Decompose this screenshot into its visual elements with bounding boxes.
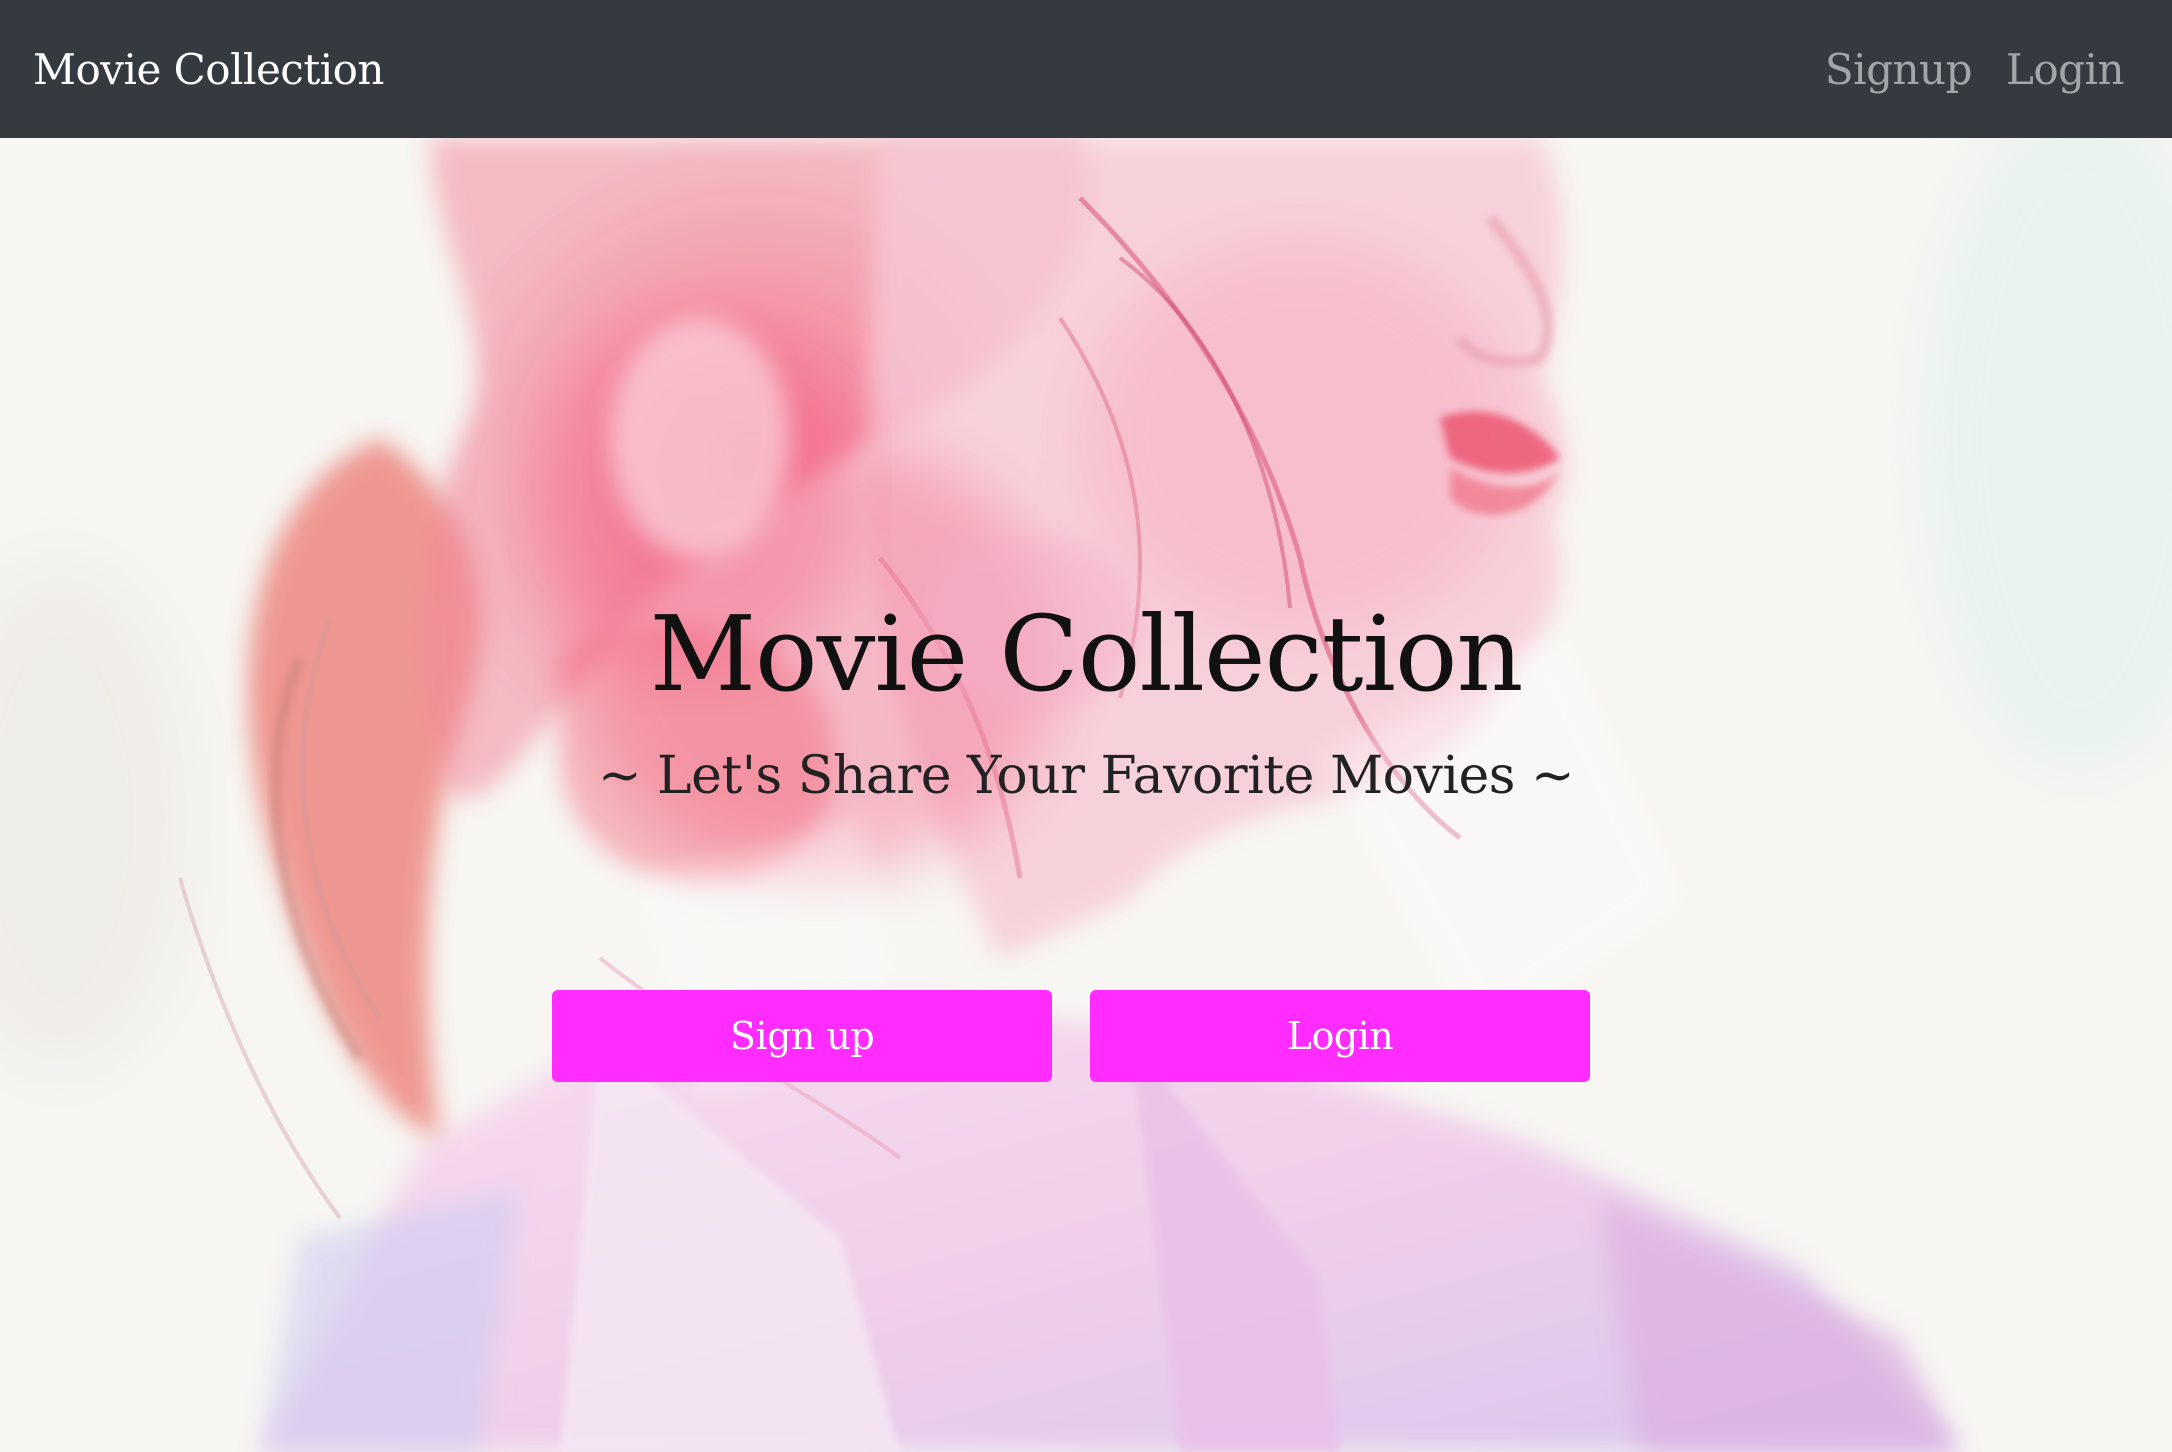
nav-link-login[interactable]: Login xyxy=(2006,45,2125,94)
landing-page: Movie Collection Signup Login Movie Coll… xyxy=(0,0,2172,1452)
login-button[interactable]: Login xyxy=(1090,990,1590,1082)
hero-section: Movie Collection ~ Let's Share Your Favo… xyxy=(0,138,2172,1452)
navbar-brand[interactable]: Movie Collection xyxy=(33,45,384,94)
hero-subtitle: ~ Let's Share Your Favorite Movies ~ xyxy=(597,746,1575,806)
top-navbar: Movie Collection Signup Login xyxy=(0,0,2172,138)
signup-button[interactable]: Sign up xyxy=(552,990,1052,1082)
navbar-links: Signup Login xyxy=(1825,45,2125,94)
hero-title: Movie Collection xyxy=(649,593,1524,715)
nav-link-signup[interactable]: Signup xyxy=(1825,45,1973,94)
hero-content: Movie Collection ~ Let's Share Your Favo… xyxy=(0,138,2172,1452)
